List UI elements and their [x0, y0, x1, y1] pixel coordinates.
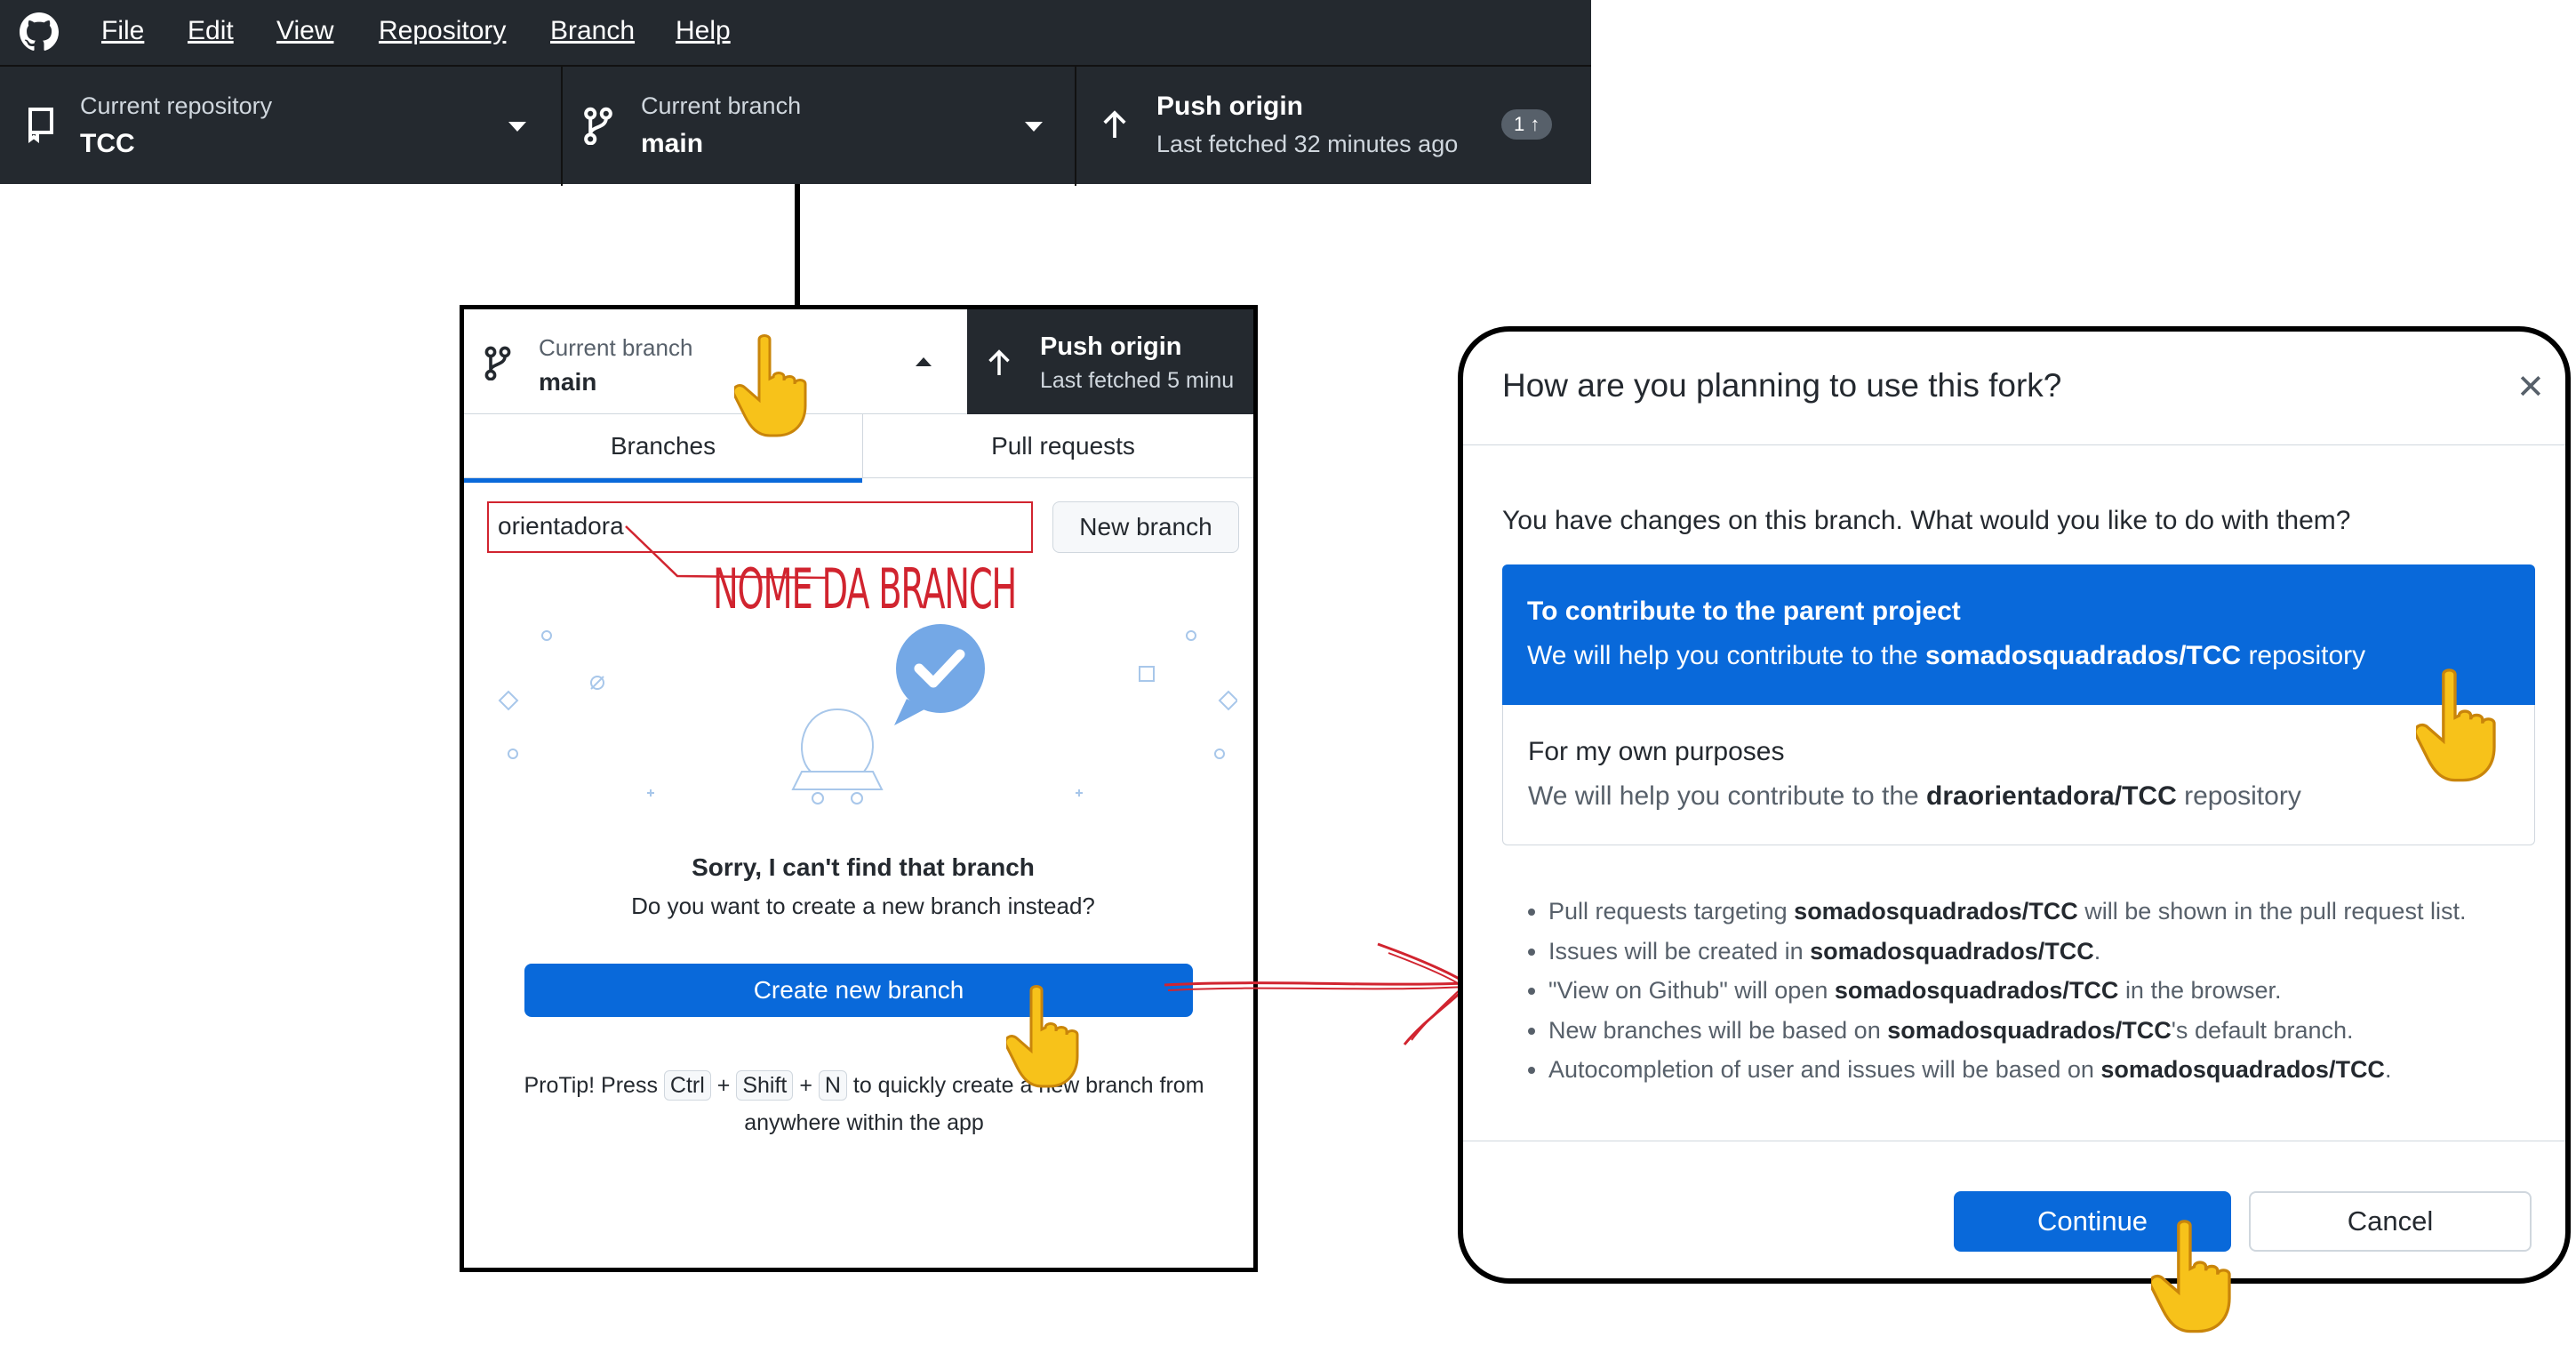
list-item: Pull requests targeting somadosquadrados… — [1548, 892, 2556, 932]
pointing-hand-icon — [2151, 1220, 2231, 1333]
kbd-ctrl: Ctrl — [663, 1070, 711, 1101]
empty-state-subtitle: Do you want to create a new branch inste… — [631, 893, 1095, 919]
menu-branch[interactable]: Branch — [550, 16, 635, 46]
list-item: Issues will be created in somadosquadrad… — [1548, 932, 2556, 972]
chevron-down-icon — [1025, 122, 1043, 132]
menu-edit[interactable]: Edit — [188, 16, 234, 46]
current-branch-dropdown[interactable]: Current branch main — [561, 67, 1076, 186]
git-branch-icon — [584, 107, 612, 145]
cancel-button[interactable]: Cancel — [2249, 1191, 2532, 1252]
flow-arrow — [1164, 942, 1471, 1045]
branch-panel-tabs: Branches Pull requests — [464, 414, 1253, 483]
dialog-question: You have changes on this branch. What wo… — [1502, 506, 2351, 535]
branch-name: main — [641, 129, 704, 158]
plus-sign: + — [799, 1073, 812, 1098]
kbd-shift: Shift — [736, 1070, 794, 1101]
empty-state-illustration — [498, 624, 1237, 805]
protip-prefix: ProTip! Press — [524, 1073, 658, 1098]
current-repository-dropdown[interactable]: Current repository TCC — [0, 67, 563, 186]
arrow-up-icon — [988, 349, 1010, 375]
github-logo-icon — [20, 12, 59, 51]
protip: ProTip! Press Ctrl + Shift + N to quickl… — [517, 1067, 1211, 1141]
pointing-hand-icon — [2416, 668, 2496, 782]
menu-view[interactable]: View — [276, 16, 333, 46]
toolbar: Current repository TCC Current branch ma… — [0, 65, 1591, 186]
arrow-up-icon — [1103, 110, 1126, 138]
menu-file[interactable]: File — [101, 16, 144, 46]
option-description: We will help you contribute to the somad… — [1527, 641, 2366, 670]
divider — [1463, 444, 2565, 445]
option-own-purposes[interactable]: For my own purposes We will help you con… — [1502, 705, 2535, 845]
repository-label: Current repository — [80, 92, 273, 119]
fork-consequences-list: Pull requests targeting somadosquadrados… — [1516, 892, 2556, 1090]
menu-bar: File Edit View Repository Branch Help — [0, 0, 1591, 65]
current-branch-dropdown-open[interactable]: Current branch main — [464, 309, 967, 414]
push-origin-button[interactable]: Push origin Last fetched 5 minu — [967, 309, 1253, 414]
menu-repository[interactable]: Repository — [379, 16, 506, 46]
close-icon[interactable]: ✕ — [2516, 367, 2545, 407]
chevron-up-icon — [916, 357, 932, 366]
new-branch-button[interactable]: New branch — [1052, 501, 1239, 553]
list-item: Autocompletion of user and issues will b… — [1548, 1050, 2556, 1090]
push-last-fetched: Last fetched 5 minu — [1040, 368, 1235, 393]
branch-name: main — [539, 368, 597, 396]
menu-help[interactable]: Help — [676, 16, 731, 46]
empty-state-title: Sorry, I can't find that branch — [692, 853, 1035, 881]
option-description: We will help you contribute to the draor… — [1528, 781, 2301, 811]
pointing-hand-icon — [734, 334, 807, 437]
connector-line — [795, 184, 800, 308]
option-title: To contribute to the parent project — [1527, 596, 1961, 626]
branch-label: Current branch — [641, 92, 802, 119]
option-contribute-parent[interactable]: To contribute to the parent project We w… — [1502, 564, 2535, 705]
tab-pull-requests[interactable]: Pull requests — [862, 414, 1253, 478]
push-origin-button[interactable]: Push origin Last fetched 32 minutes ago … — [1075, 67, 1591, 186]
checkmark-bubble-icon — [894, 624, 985, 725]
branch-name-annotation: NOME DA BRANCH — [713, 556, 1017, 621]
list-item: New branches will be based on somadosqua… — [1548, 1011, 2556, 1051]
branch-panel: Current branch main Push origin Last fet… — [460, 305, 1258, 1272]
git-branch-icon — [484, 346, 511, 380]
pointing-hand-icon — [1006, 985, 1079, 1088]
repository-name: TCC — [80, 129, 135, 158]
kbd-n: N — [818, 1070, 847, 1101]
push-title: Push origin — [1156, 92, 1303, 121]
option-title: For my own purposes — [1528, 737, 1785, 766]
dialog-title: How are you planning to use this fork? — [1502, 367, 2062, 404]
push-last-fetched: Last fetched 32 minutes ago — [1156, 131, 1459, 157]
plus-sign: + — [716, 1073, 731, 1098]
protip-suffix: to quickly create a new branch from anyw… — [744, 1073, 1204, 1135]
branch-label: Current branch — [539, 334, 693, 361]
chevron-down-icon — [508, 122, 526, 132]
commits-ahead-badge: 1 ↑ — [1501, 109, 1553, 140]
push-title: Push origin — [1040, 332, 1182, 361]
repository-icon — [28, 108, 53, 143]
list-item: "View on Github" will open somadosquadra… — [1548, 971, 2556, 1011]
app-header: File Edit View Repository Branch Help Cu… — [0, 0, 1591, 186]
fork-usage-dialog: How are you planning to use this fork? ✕… — [1458, 326, 2571, 1284]
